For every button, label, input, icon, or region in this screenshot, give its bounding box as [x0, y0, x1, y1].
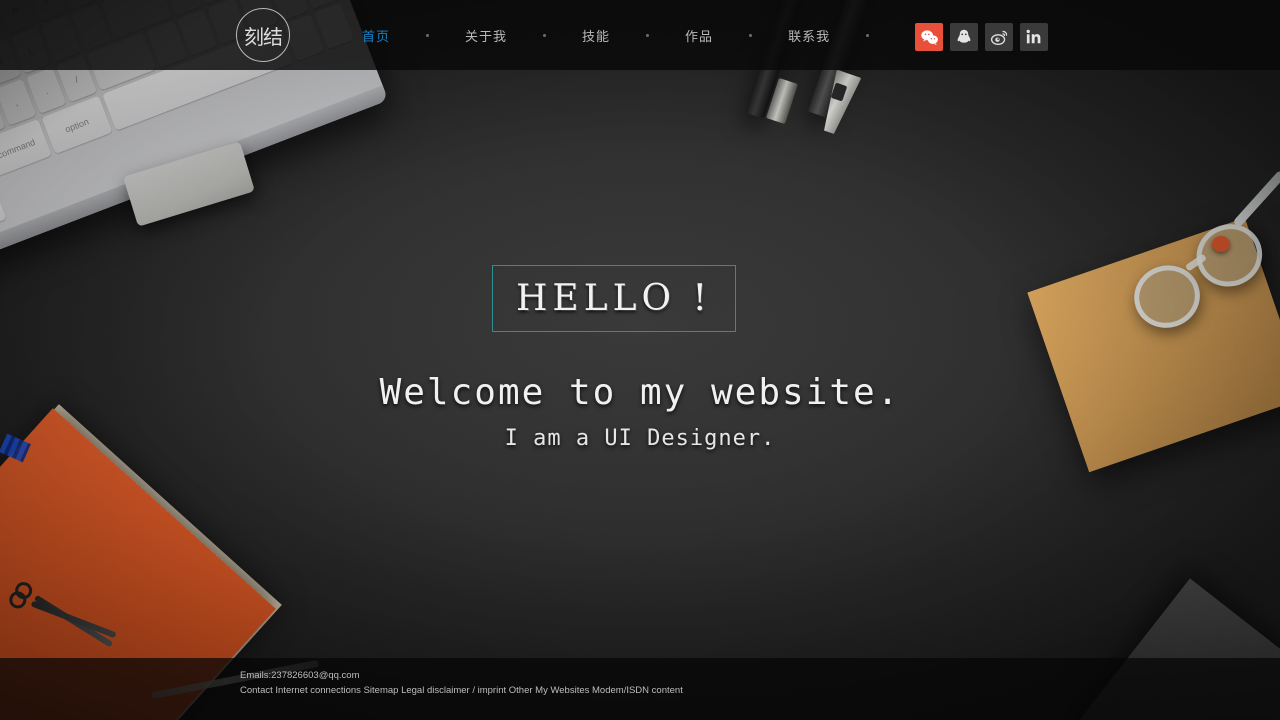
- site-header: 刻结 首页 关于我 技能 作品 联系我: [0, 0, 1280, 70]
- site-footer: Emails:237826603@qq.com Contact Internet…: [0, 658, 1280, 720]
- linkedin-icon[interactable]: [1020, 23, 1048, 51]
- nav-home[interactable]: 首页: [360, 20, 392, 51]
- hero-subheadline: I am a UI Designer.: [504, 426, 776, 451]
- hero-section: HELLO ! Welcome to my website. I am a UI…: [0, 0, 1280, 720]
- footer-my-websites-link[interactable]: My Websites: [535, 685, 589, 696]
- nav-contact[interactable]: 联系我: [786, 20, 832, 51]
- nav-separator-dot: [426, 33, 430, 37]
- main-navigation: 首页 关于我 技能 作品 联系我: [360, 0, 903, 70]
- nav-separator-dot: [749, 33, 753, 37]
- weibo-icon[interactable]: [985, 23, 1013, 51]
- footer-links-prefix: Contact Internet connections Sitemap Leg…: [240, 685, 536, 696]
- nav-works[interactable]: 作品: [683, 20, 715, 51]
- footer-content: Emails:237826603@qq.com Contact Internet…: [240, 668, 683, 698]
- hero-headline: Welcome to my website.: [379, 372, 901, 413]
- nav-skills[interactable]: 技能: [580, 20, 612, 51]
- nav-separator-dot: [646, 33, 650, 37]
- qq-icon[interactable]: [950, 23, 978, 51]
- nav-about[interactable]: 关于我: [463, 20, 509, 51]
- footer-email: Emails:237826603@qq.com: [240, 670, 360, 681]
- social-links: [915, 23, 1048, 51]
- footer-links-suffix: Modem/ISDN content: [589, 685, 683, 696]
- logo-label: 刻结: [244, 24, 283, 49]
- nav-separator-dot: [543, 33, 547, 37]
- page-root: 6 7 8 9 0 - = Y U I O P [ ] \: [0, 0, 1280, 720]
- nav-separator-dot: [866, 33, 870, 37]
- wechat-icon[interactable]: [915, 23, 943, 51]
- footer-links: Contact Internet connections Sitemap Leg…: [240, 683, 683, 698]
- hello-badge-text: HELLO !: [516, 278, 712, 319]
- hello-badge: HELLO !: [492, 265, 736, 332]
- circular-monogram-logo[interactable]: 刻结: [236, 8, 290, 62]
